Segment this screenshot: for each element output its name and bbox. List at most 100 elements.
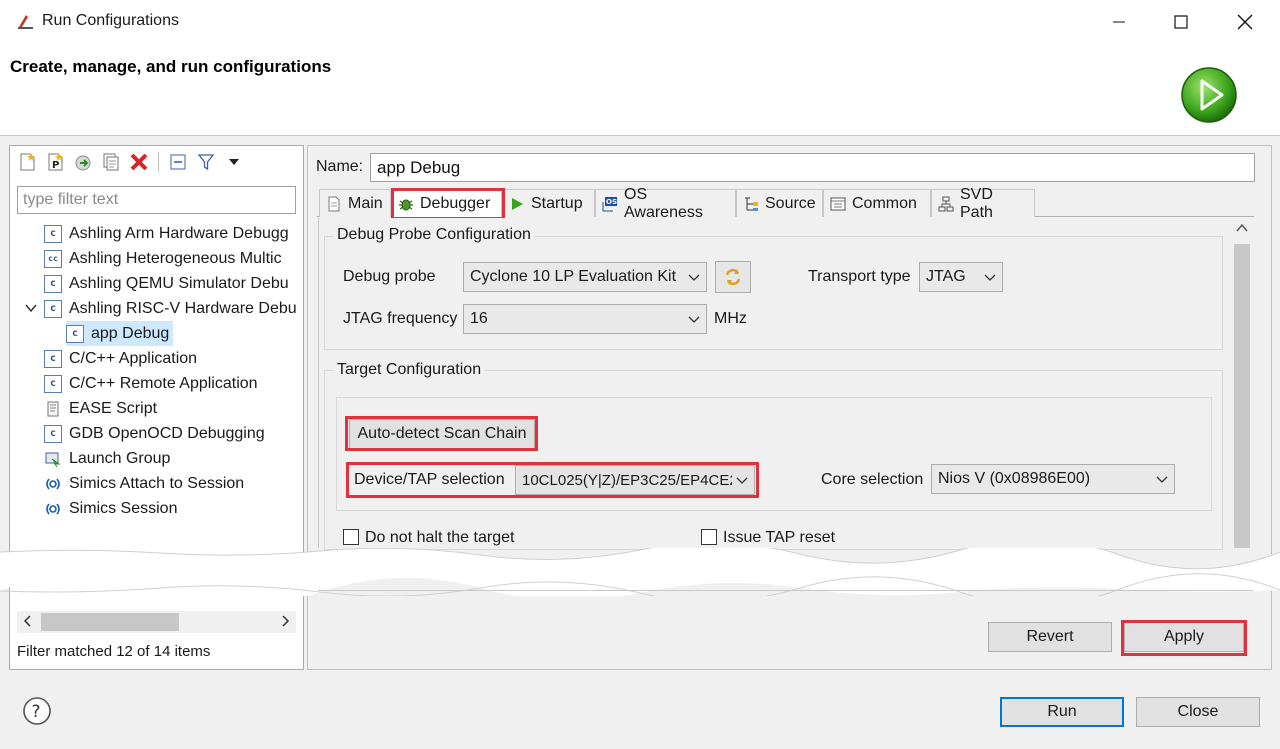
tree-item-label: Simics Attach to Session	[69, 474, 245, 492]
help-icon[interactable]: ?	[22, 696, 52, 726]
tree-item-label: Ashling Heterogeneous Multic	[69, 249, 282, 267]
tree-item[interactable]: Launch Group	[44, 446, 170, 471]
tree-item-selected[interactable]: c app Debug	[66, 321, 174, 346]
eclipse-run-icon	[18, 15, 33, 29]
close-window-button[interactable]	[1214, 0, 1276, 44]
filter-input[interactable]	[17, 186, 296, 214]
refresh-probe-button[interactable]	[715, 261, 751, 293]
startup-play-icon	[512, 197, 523, 210]
tree-item[interactable]: EASE Script	[44, 396, 157, 421]
maximize-button[interactable]	[1150, 0, 1212, 44]
chevron-right-icon[interactable]	[279, 614, 291, 628]
new-prototype-icon[interactable]: P	[44, 151, 66, 173]
tree-item[interactable]: Simics Session	[44, 496, 177, 521]
revert-label: Revert	[1026, 628, 1074, 645]
tree-item[interactable]: c C/C++ Remote Application	[44, 371, 258, 396]
tree-toolbar: P	[16, 150, 245, 174]
device-tap-select[interactable]: 10CL025(Y|Z)/EP3C25/EP4CE22	[515, 465, 755, 495]
main-tab-icon	[328, 196, 340, 211]
filter-status: Filter matched 12 of 14 items	[17, 643, 211, 660]
minimize-icon	[1113, 21, 1125, 23]
core-selection-select[interactable]: Nios V (0x08986E00)	[931, 464, 1175, 494]
launch-group-icon	[45, 452, 61, 467]
filter-icon[interactable]	[195, 151, 217, 173]
chevron-up-icon[interactable]	[1235, 222, 1249, 234]
jtag-frequency-label: JTAG frequency	[343, 310, 458, 327]
chevron-left-icon[interactable]	[22, 614, 34, 628]
run-banner-icon	[1181, 67, 1237, 123]
c-config-icon: c	[44, 349, 62, 368]
issue-tap-reset-label: Issue TAP reset	[723, 529, 836, 546]
tree-item-label: app Debug	[91, 324, 170, 342]
revert-button[interactable]: Revert	[988, 622, 1112, 652]
run-button[interactable]: Run	[1000, 697, 1124, 727]
tab-common[interactable]: Common	[823, 189, 931, 217]
tab-debugger[interactable]: Debugger	[391, 189, 502, 217]
c-config-icon: c	[44, 424, 62, 443]
chevron-down-icon[interactable]	[24, 302, 38, 314]
core-selection-value: Nios V (0x08986E00)	[938, 470, 1091, 487]
tree-item[interactable]: Simics Attach to Session	[44, 471, 244, 496]
close-icon	[1237, 14, 1253, 30]
debug-probe-select[interactable]: Cyclone 10 LP Evaluation Kit	[463, 262, 707, 292]
duplicate-icon[interactable]	[100, 151, 122, 173]
apply-button[interactable]: Apply	[1124, 622, 1244, 652]
close-label: Close	[1177, 703, 1219, 720]
os-awareness-icon: OS	[602, 196, 617, 211]
tab-label: SVD Path	[960, 185, 993, 221]
tab-svd-path[interactable]: SVD Path	[931, 186, 1035, 221]
svg-text:P: P	[52, 160, 59, 171]
tab-label: Main	[348, 194, 383, 212]
tree-item[interactable]: c Ashling QEMU Simulator Debu	[44, 271, 289, 296]
tab-source[interactable]: Source	[736, 189, 823, 217]
tree-item[interactable]: c Ashling RISC-V Hardware Debu	[44, 296, 297, 321]
tab-label: OS Awareness	[624, 185, 703, 221]
tree-item[interactable]: cc Ashling Heterogeneous Multic	[44, 246, 282, 271]
refresh-icon	[725, 268, 741, 286]
apply-label: Apply	[1163, 628, 1205, 645]
chevron-down-icon	[1156, 476, 1168, 483]
cc-config-icon: cc	[44, 249, 62, 268]
name-field[interactable]	[370, 153, 1255, 182]
maximize-icon	[1174, 15, 1188, 29]
tree-item[interactable]: c Ashling Arm Hardware Debugg	[44, 221, 289, 246]
tab-os-awareness[interactable]: OS OS Awareness	[595, 186, 736, 221]
jtag-frequency-value: 16	[470, 310, 488, 327]
transport-type-select[interactable]: JTAG	[919, 262, 1003, 292]
tab-label: Debugger	[420, 194, 491, 212]
delete-icon[interactable]	[128, 151, 150, 173]
tab-main[interactable]: Main	[319, 189, 391, 217]
scrollbar-thumb[interactable]	[1234, 244, 1250, 548]
jtag-frequency-select[interactable]: 16	[463, 304, 707, 334]
view-menu-icon[interactable]	[223, 151, 245, 173]
target-config-legend: Target Configuration	[333, 361, 486, 379]
issue-tap-reset-checkbox[interactable]	[701, 529, 717, 545]
export-icon[interactable]	[72, 151, 94, 173]
core-selection-label: Core selection	[821, 471, 924, 488]
chevron-down-icon	[688, 274, 700, 281]
chevron-down-icon	[736, 477, 748, 484]
device-tap-value: 10CL025(Y|Z)/EP3C25/EP4CE22	[522, 471, 732, 489]
close-button[interactable]: Close	[1136, 697, 1260, 727]
page-title: Create, manage, and run configurations	[10, 57, 332, 76]
tab-startup[interactable]: Startup	[502, 189, 595, 217]
debug-probe-group	[324, 236, 1223, 350]
tree-item-label: GDB OpenOCD Debugging	[69, 424, 265, 442]
debug-probe-value: Cyclone 10 LP Evaluation Kit	[470, 268, 677, 285]
debug-probe-legend: Debug Probe Configuration	[333, 226, 535, 244]
tree-item-label: Ashling QEMU Simulator Debu	[69, 274, 289, 292]
transport-type-label: Transport type	[808, 268, 911, 285]
scrollbar-thumb[interactable]	[41, 613, 179, 631]
simics-icon	[46, 503, 60, 514]
auto-detect-scan-chain-button[interactable]: Auto-detect Scan Chain	[349, 419, 535, 449]
new-configuration-icon[interactable]	[16, 151, 38, 173]
tree-item[interactable]: c C/C++ Application	[44, 346, 197, 371]
minimize-button[interactable]	[1088, 0, 1150, 44]
c-config-icon: c	[44, 224, 62, 243]
tree-item[interactable]: c GDB OpenOCD Debugging	[44, 421, 265, 446]
do-not-halt-checkbox[interactable]	[343, 529, 359, 545]
chevron-down-icon	[984, 274, 996, 281]
tree-item-label: Launch Group	[69, 449, 171, 467]
svg-text:OS: OS	[606, 198, 617, 206]
collapse-all-icon[interactable]	[167, 151, 189, 173]
